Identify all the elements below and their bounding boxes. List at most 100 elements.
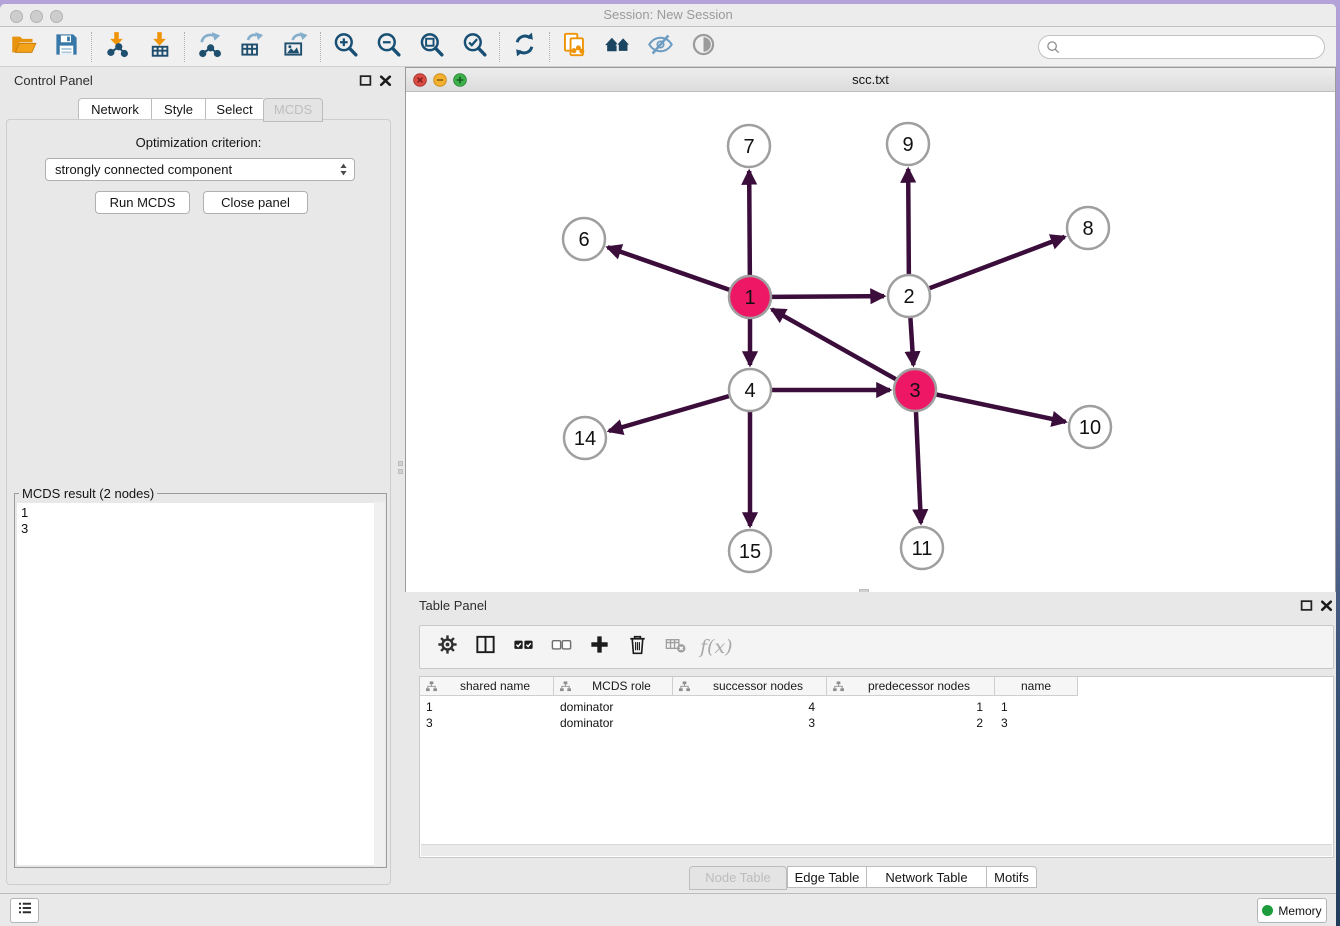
criterion-select[interactable]: strongly connected component [45,158,355,181]
delete-columns-button[interactable] [618,629,656,665]
show-column-panel-button[interactable] [466,629,504,665]
column-header-mcds-role[interactable]: MCDS role [554,677,673,696]
create-column-button[interactable] [580,629,618,665]
import-network-icon [103,31,130,63]
import-table-icon [146,31,173,63]
zoom-out-button[interactable] [367,30,410,64]
edge-1-6[interactable] [608,247,730,289]
gear-icon [436,633,459,661]
memory-label: Memory [1278,904,1321,918]
node-label-2: 2 [903,286,914,308]
mcds-result-text[interactable]: 13 [17,503,384,865]
deselect-all-columns-button[interactable] [542,629,580,665]
edge-2-9[interactable] [908,169,909,274]
toolbar-separator [499,32,500,62]
optimization-criterion-label: Optimization criterion: [7,135,390,150]
network-title: scc.txt [406,68,1335,91]
clone-network-icon [561,31,588,63]
desktop: Session: New Session [0,0,1340,926]
control-panel-title: Control Panel [14,73,93,88]
search-input[interactable] [1061,39,1324,56]
result-line: 1 [21,505,380,521]
float-panel-icon[interactable] [359,74,372,92]
column-header-shared-name[interactable]: shared name [420,677,554,696]
edge-2-3[interactable] [910,318,913,365]
search-icon [1046,40,1061,55]
cell-mcds-role: dominator [554,699,673,715]
save-session-button[interactable] [45,30,88,64]
edge-3-11[interactable] [916,412,921,523]
zoom-fit-button[interactable] [410,30,453,64]
edge-3-1[interactable] [772,309,896,379]
tab-edge-table[interactable]: Edge Table [787,866,866,888]
network-canvas[interactable]: 1234678910111415 [406,92,1335,592]
tab-network-table[interactable]: Network Table [866,866,986,888]
edge-1-7[interactable] [749,171,750,275]
tab-node-table[interactable]: Node Table [689,866,787,890]
run-mcds-button[interactable]: Run MCDS [95,191,190,214]
column-header-predecessor-nodes[interactable]: predecessor nodes [827,677,995,696]
float-table-panel-icon[interactable] [1300,599,1313,617]
tab-mcds[interactable]: MCDS [263,98,323,122]
edge-1-2[interactable] [772,296,884,297]
save-disk-icon [53,31,80,63]
hide-selected-button[interactable] [639,30,682,64]
zoom-in-button[interactable] [324,30,367,64]
tab-style[interactable]: Style [151,98,205,120]
edge-4-14[interactable] [609,396,729,431]
edge-3-10[interactable] [937,395,1066,422]
node-label-15: 15 [739,541,761,563]
export-image-button[interactable] [274,30,317,64]
column-header-successor-nodes[interactable]: successor nodes [673,677,827,696]
cell-mcds-role: dominator [554,715,673,731]
task-history-button[interactable] [10,898,39,923]
import-table-button[interactable] [138,30,181,64]
result-scrollbar[interactable] [374,502,385,866]
close-panel-button[interactable]: Close panel [203,191,308,214]
network-view-titlebar: scc.txt [406,68,1335,92]
tab-network[interactable]: Network [78,98,151,120]
vertical-splitter[interactable] [396,67,405,893]
import-network-button[interactable] [95,30,138,64]
cell-shared-name: 1 [420,699,554,715]
houses-icon [604,31,631,63]
node-label-4: 4 [744,380,755,402]
table-settings-button[interactable] [428,629,466,665]
node-table: shared nameMCDS rolesuccessor nodesprede… [419,676,1334,858]
table-horizontal-scrollbar[interactable] [421,844,1332,856]
cell-shared-name: 3 [420,715,554,731]
select-chevrons-icon [339,162,348,177]
edge-2-8[interactable] [930,237,1065,288]
columns-icon [474,633,497,661]
export-table-button[interactable] [231,30,274,64]
zoom-selected-button[interactable] [453,30,496,64]
mcds-panel: Optimization criterion: strongly connect… [6,119,391,885]
table-row[interactable]: 3dominator323 [420,715,1078,731]
toolbar-separator [91,32,92,62]
toolbar-separator [549,32,550,62]
checked-boxes-icon [512,633,535,661]
column-header-name[interactable]: name [995,677,1078,696]
export-network-button[interactable] [188,30,231,64]
node-label-7: 7 [743,136,754,158]
table-panel: Table Panel f(x) shared nameMCDS rolesuc… [405,592,1336,893]
memory-button[interactable]: Memory [1257,898,1327,923]
app-titlebar: Session: New Session [0,4,1336,27]
close-table-panel-icon[interactable] [1320,599,1333,617]
table-panel-tabs: Node TableEdge TableNetwork TableMotifs [689,866,1037,890]
eye-slash-icon [647,31,674,63]
unchecked-boxes-icon [550,633,573,661]
select-all-columns-button[interactable] [504,629,542,665]
node-label-6: 6 [578,229,589,251]
tab-select[interactable]: Select [205,98,263,120]
clone-network-button[interactable] [553,30,596,64]
cell-name: 1 [995,699,1078,715]
close-panel-icon[interactable] [379,74,392,92]
table-toolbar: f(x) [419,625,1334,669]
home-button[interactable] [596,30,639,64]
tab-motifs[interactable]: Motifs [986,866,1037,888]
table-row[interactable]: 1dominator411 [420,699,1078,715]
open-session-button[interactable] [2,30,45,64]
eye-disabled-icon [690,31,717,63]
refresh-button[interactable] [503,30,546,64]
